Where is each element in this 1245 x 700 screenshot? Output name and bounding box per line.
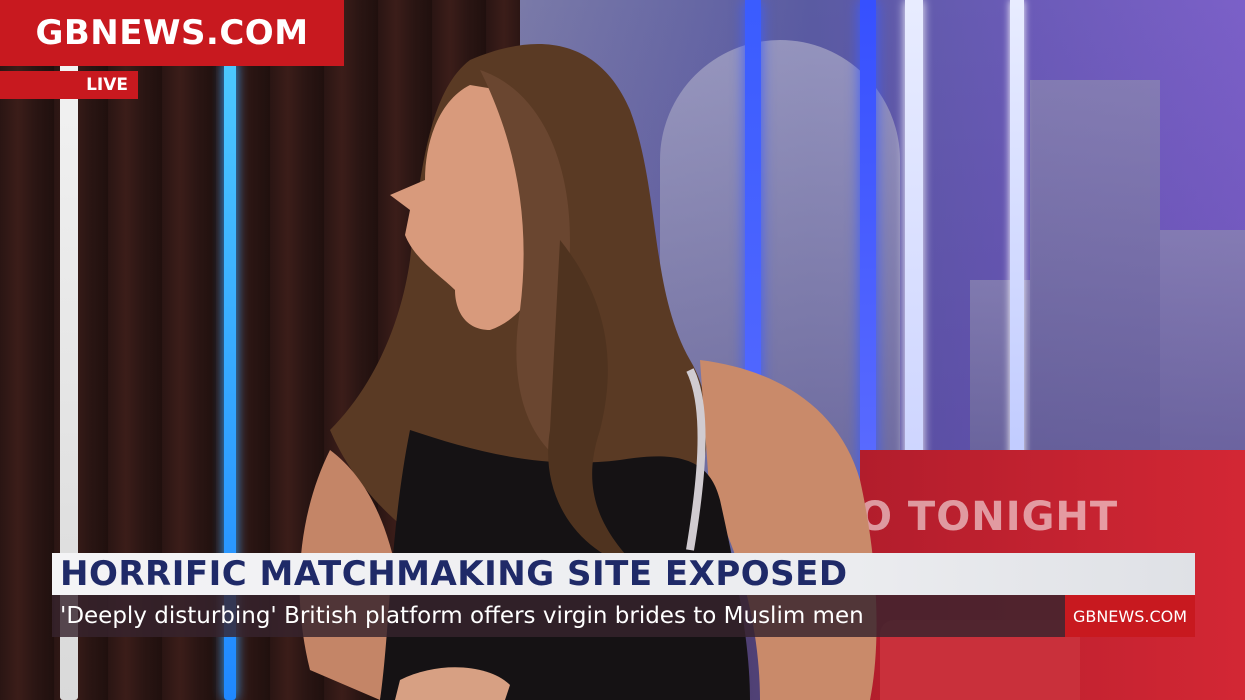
channel-logo: GBNEWS.COM [0, 0, 344, 66]
headline-text: HORRIFIC MATCHMAKING SITE EXPOSED [60, 554, 848, 594]
headline-bar: HORRIFIC MATCHMAKING SITE EXPOSED [52, 553, 1195, 595]
corner-logo-text: GBNEWS.COM [1072, 606, 1188, 626]
subheadline-text: 'Deeply disturbing' British platform off… [60, 603, 864, 629]
subheadline-bar: 'Deeply disturbing' British platform off… [52, 595, 1195, 637]
corner-logo: GBNEWS.COM [1065, 595, 1195, 637]
live-badge: LIVE [0, 71, 138, 99]
live-label: LIVE [86, 75, 128, 95]
broadcast-frame: O TONIGHT GBNEWS.COM LIVE HORRIFIC MATCH… [0, 0, 1245, 700]
channel-logo-text: GBNEWS.COM [35, 13, 309, 53]
